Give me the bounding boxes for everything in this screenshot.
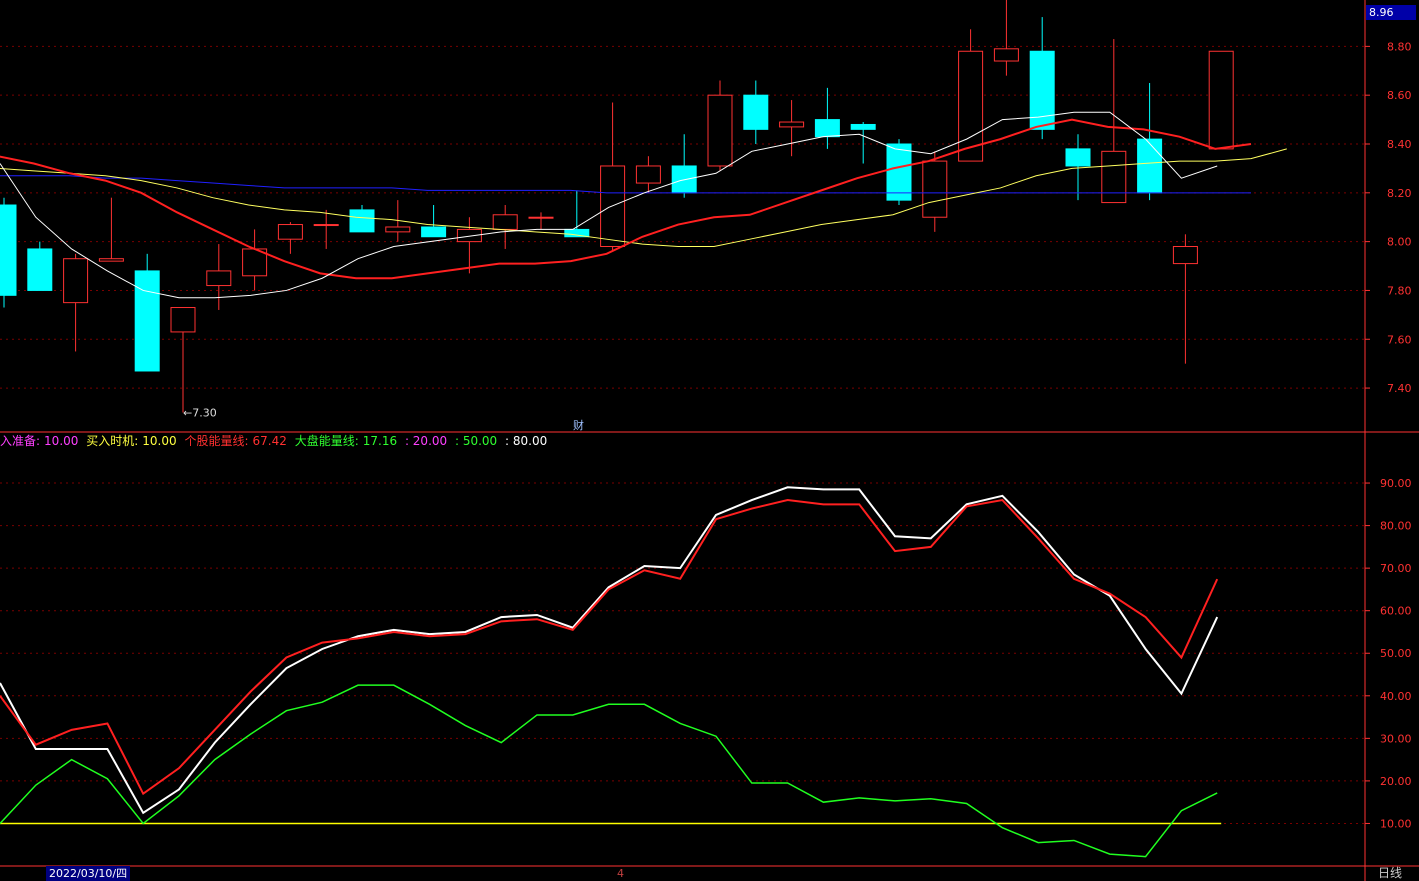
candle-body-down <box>564 228 590 238</box>
candle-body-up <box>385 226 411 233</box>
indicator-tick-label: 80.00 <box>1380 520 1412 533</box>
indicator-tick-label: 90.00 <box>1380 477 1412 490</box>
stock-energy-value: 67.42 <box>252 434 287 448</box>
buy-time-label: 买入时机: <box>86 434 139 448</box>
indicator-legend: 入准备: 10.00 买入时机: 10.00 个股能量线: 67.42 大盘能量线: 1… <box>0 433 551 449</box>
candle-body-up <box>779 121 805 128</box>
stock-energy-line <box>0 498 1219 796</box>
price-tick-label: 8.60 <box>1387 89 1412 102</box>
candle-body-down <box>1137 138 1163 194</box>
indicator-tick-label: 50.00 <box>1380 647 1412 660</box>
candle-body-down <box>814 119 840 138</box>
price-tick-label: 7.40 <box>1387 382 1412 395</box>
financial-report-mark[interactable]: 财 <box>573 417 584 433</box>
candle-body-up <box>170 307 196 333</box>
level-50: : 50.00 <box>454 434 498 448</box>
last-price-box: 8.96 <box>1366 5 1416 20</box>
moving-average-lines <box>0 111 1287 299</box>
candle-body-down <box>0 204 17 296</box>
buy-time-value: 10.00 <box>142 434 177 448</box>
candle-body-down <box>421 226 447 238</box>
candle-body-up <box>492 214 518 230</box>
candle-body-up <box>98 258 124 262</box>
period-selector[interactable]: 日线 <box>1378 866 1402 881</box>
level-20: : 20.00 <box>404 434 448 448</box>
candle-body-up <box>922 160 948 218</box>
ma20-line <box>0 148 1287 248</box>
candle-body-down <box>1065 148 1091 167</box>
candle-body-up <box>993 48 1019 62</box>
indicator-tick-label: 10.00 <box>1380 817 1412 830</box>
candle-body-up <box>313 224 339 227</box>
cursor-date-box: 2022/03/10/四 <box>46 866 131 881</box>
market-energy-line <box>0 684 1218 858</box>
indicator-tick-label: 20.00 <box>1380 775 1412 788</box>
ma10-line <box>0 118 1252 280</box>
ma60-line <box>0 175 1251 194</box>
candle-body-down <box>349 209 375 233</box>
buy-prep-label: 入准备: <box>0 434 41 448</box>
market-energy-value: 17.16 <box>362 434 398 448</box>
price-tick-label: 7.80 <box>1387 284 1412 297</box>
candle-body-up <box>1101 150 1127 204</box>
candle-body-down <box>743 94 769 130</box>
candle-body-up <box>63 258 89 304</box>
indicator-tick-label: 60.00 <box>1380 605 1412 618</box>
candle-body-down <box>850 123 876 130</box>
candle-body-up <box>635 165 661 184</box>
candle-body-up <box>528 216 554 219</box>
market-energy-label: 大盘能量线: <box>294 434 359 448</box>
indicator-tick-label: 40.00 <box>1380 690 1412 703</box>
price-tick-label: 8.40 <box>1387 138 1412 151</box>
low-annotation: ←7.30 <box>183 406 217 419</box>
price-tick-label: 8.20 <box>1387 187 1412 200</box>
indicator-lines <box>0 486 1222 858</box>
candle-body-up <box>206 270 232 287</box>
indicator-tick-label: 70.00 <box>1380 562 1412 575</box>
candle-body-up <box>707 94 733 167</box>
month-marker: 4 <box>617 867 624 880</box>
candle-body-down <box>134 270 160 372</box>
candle-body-down <box>27 248 53 291</box>
candle-body-down <box>886 143 912 201</box>
candle-body-up <box>1172 246 1198 265</box>
indicator-tick-label: 30.00 <box>1380 732 1412 745</box>
candle-body-up <box>277 224 303 240</box>
price-tick-label: 7.60 <box>1387 333 1412 346</box>
level-80: : 80.00 <box>505 434 548 448</box>
price-tick-label: 8.00 <box>1387 236 1412 249</box>
candle-body-up <box>1208 50 1234 150</box>
stock-energy-label: 个股能量线: <box>184 434 249 448</box>
buy-prep-value: 10.00 <box>44 434 79 448</box>
price-tick-label: 8.80 <box>1387 40 1412 53</box>
candlesticks <box>0 0 1234 413</box>
